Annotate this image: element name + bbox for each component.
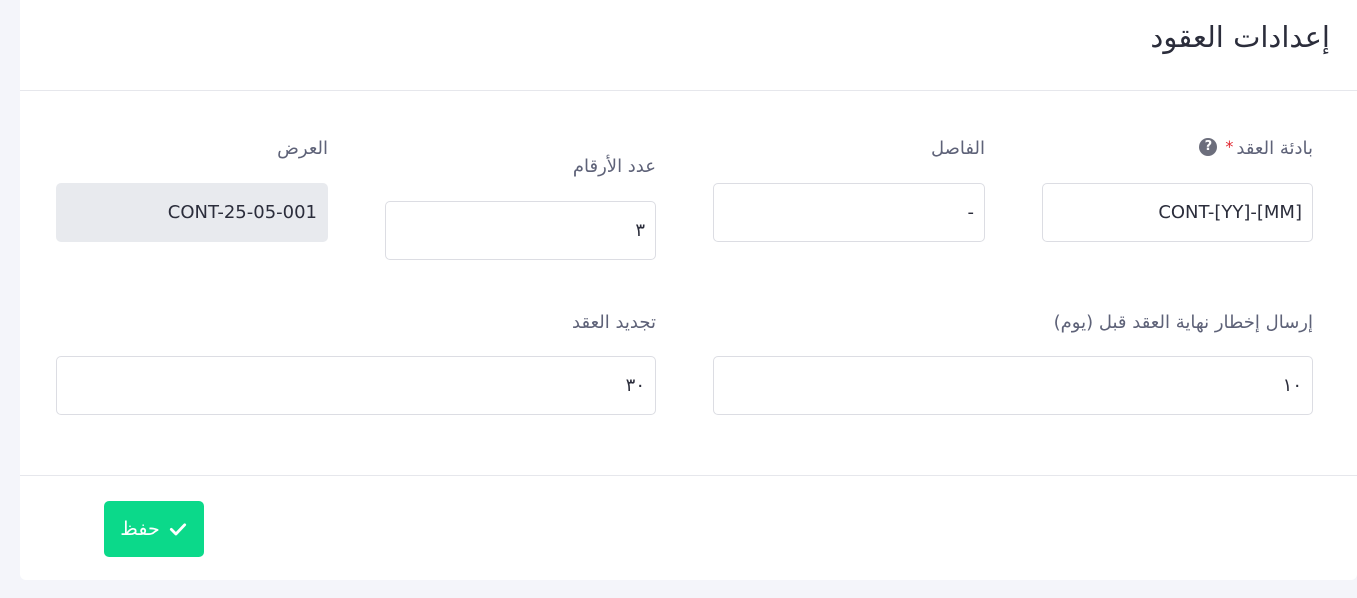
preview-label: العرض bbox=[277, 138, 328, 159]
notify-before-input[interactable] bbox=[713, 356, 1313, 415]
prefix-label: بادئة العقد*? bbox=[1199, 137, 1313, 159]
page-title: إعدادات العقود bbox=[1150, 20, 1330, 54]
save-button-label: حفظ bbox=[120, 518, 160, 540]
separator-input[interactable] bbox=[713, 183, 985, 242]
renewal-label: تجديد العقد bbox=[572, 312, 656, 333]
digits-label: عدد الأرقام bbox=[572, 156, 656, 177]
save-button[interactable]: حفظ bbox=[104, 501, 204, 557]
prefix-label-text: بادئة العقد bbox=[1236, 138, 1313, 159]
card-header: إعدادات العقود bbox=[20, 0, 1357, 91]
card-footer: حفظ bbox=[20, 475, 1357, 580]
check-icon bbox=[169, 523, 186, 536]
settings-card: إعدادات العقود بادئة العقد*? الفاصل عدد … bbox=[20, 0, 1357, 580]
preview-field bbox=[56, 183, 328, 242]
prefix-input[interactable] bbox=[1042, 183, 1313, 242]
renewal-input[interactable] bbox=[56, 356, 656, 415]
question-circle-icon[interactable]: ? bbox=[1199, 138, 1218, 156]
notify-before-label: إرسال إخطار نهاية العقد قبل (يوم) bbox=[1053, 312, 1313, 333]
separator-label: الفاصل bbox=[931, 138, 985, 159]
required-mark: * bbox=[1225, 137, 1234, 156]
digits-input[interactable] bbox=[385, 201, 656, 260]
